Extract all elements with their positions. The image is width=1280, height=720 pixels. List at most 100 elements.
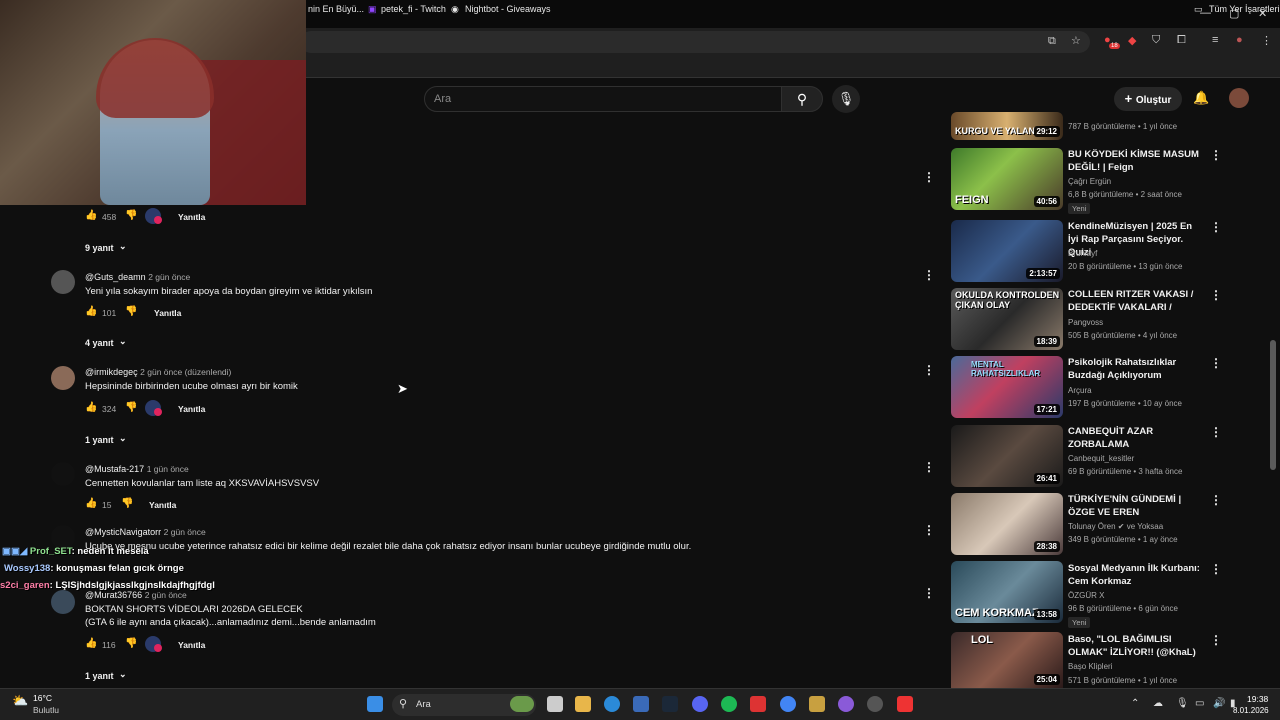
app-icon[interactable] [809,696,825,712]
video-menu-icon[interactable]: ⋮ [1210,148,1222,162]
comment-time[interactable]: 2 gün önce (düzenlendi) [140,367,231,377]
profile-icon[interactable]: ● [1236,34,1243,46]
reply-button[interactable]: Yanıtla [154,308,181,318]
video-menu-icon[interactable]: ⋮ [1210,633,1222,647]
comment-author[interactable]: @irmikdegeç [85,367,138,377]
dislike-icon[interactable]: 👎 [121,498,133,509]
reply-button[interactable]: Yanıtla [178,640,205,650]
comment-menu-icon[interactable]: ⋮ [923,170,935,184]
store-icon[interactable] [633,696,649,712]
video-menu-icon[interactable]: ⋮ [1210,562,1222,576]
comment-menu-icon[interactable]: ⋮ [923,586,935,600]
video-thumbnail[interactable]: 28:38 [951,493,1063,555]
video-title[interactable]: COLLEEN RITZER VAKASI / DEDEKTİF VAKALAR… [1068,288,1203,314]
channel-name[interactable]: Tolunay Ören ✔ ve Yoksaa [1068,522,1163,531]
like-icon[interactable]: 👍 [85,498,97,509]
avatar[interactable] [51,270,75,294]
channel-name[interactable]: ÖZGÜR X [1068,591,1104,600]
comment-author[interactable]: @Guts_deamn [85,272,146,282]
video-menu-icon[interactable]: ⋮ [1210,288,1222,302]
video-thumbnail[interactable]: 26:41 [951,425,1063,487]
like-icon[interactable]: 👍 [85,210,97,221]
like-icon[interactable]: 👍 [85,306,97,317]
video-thumbnail[interactable]: LOL 25:04 [951,632,1063,688]
comment-time[interactable]: 2 gün önce [145,590,187,600]
comment-menu-icon[interactable]: ⋮ [923,268,935,282]
video-menu-icon[interactable]: ⋮ [1210,356,1222,370]
video-title[interactable]: Sosyal Medyanın İlk Kurbanı: Cem Korkmaz [1068,562,1203,588]
search-input[interactable] [424,86,782,112]
reply-button[interactable]: Yanıtla [178,404,205,414]
scrollbar[interactable] [1270,340,1276,470]
video-title[interactable]: Baso, "LOL BAĞIMLISI OLMAK" İZLİYOR!! (@… [1068,633,1203,659]
create-button[interactable]: + Oluştur [1114,87,1182,111]
avatar[interactable] [51,462,75,486]
avatar[interactable] [1229,88,1249,108]
replies-toggle[interactable]: 1 yanıt [85,435,114,445]
start-icon[interactable] [367,696,383,712]
comment-menu-icon[interactable]: ⋮ [923,460,935,474]
comment-author[interactable]: @MysticNavigatorr [85,527,161,537]
video-title[interactable]: BU KÖYDEKİ KİMSE MASUM DEĞİL! | Feign [1068,148,1203,174]
video-thumbnail[interactable]: CEM KORKMAZ 13:58 [951,561,1063,623]
replies-toggle[interactable]: 9 yanıt [85,243,114,253]
file-explorer-icon[interactable] [575,696,591,712]
mic-button[interactable]: 🎙 [832,85,860,113]
dislike-icon[interactable]: 👎 [125,402,137,413]
menu-icon[interactable]: ⋮ [1261,34,1272,47]
chevron-down-icon[interactable]: ⌄ [119,669,127,680]
reply-button[interactable]: Yanıtla [149,500,176,510]
task-view-icon[interactable] [547,696,563,712]
comment-menu-icon[interactable]: ⋮ [923,523,935,537]
chrome-icon[interactable] [780,696,796,712]
bookmark-item[interactable]: nin En Büyü... [308,4,364,14]
comment-author[interactable]: @Mustafa-217 [85,464,144,474]
channel-name[interactable]: Başo Klipleri [1068,662,1112,671]
replies-toggle[interactable]: 1 yanıt [85,671,114,681]
video-title[interactable]: TÜRKİYE'NİN GÜNDEMİ | ÖZGE VE EREN [1068,493,1203,519]
app-icon[interactable] [897,696,913,712]
avatar[interactable] [51,590,75,614]
volume-icon[interactable]: 🔊 [1213,698,1225,709]
extension-icon[interactable]: ◆ [1128,34,1136,47]
video-thumbnail[interactable]: 2:13:57 [951,220,1063,282]
edge-icon[interactable] [604,696,620,712]
video-title[interactable]: Psikolojik Rahatsızlıklar Buzdağı Açıklı… [1068,356,1203,382]
chevron-down-icon[interactable]: ⌄ [119,433,127,444]
app-icon[interactable] [750,696,766,712]
video-thumbnail[interactable]: OKULDA KONTROLDEN ÇIKAN OLAY 18:39 [951,288,1063,350]
network-icon[interactable]: ▭ [1195,698,1204,709]
chevron-down-icon[interactable]: ⌄ [119,336,127,347]
replies-toggle[interactable]: 4 yanıt [85,338,114,348]
channel-name[interactable]: Arçura [1068,386,1092,395]
like-icon[interactable]: 👍 [85,402,97,413]
steam-icon[interactable] [662,696,678,712]
puzzle-icon[interactable]: ⧠ [1177,34,1186,47]
bookmark-star-icon[interactable]: ☆ [1071,34,1081,47]
bookmark-item[interactable]: petek_fi - Twitch [381,4,446,14]
video-menu-icon[interactable]: ⋮ [1210,425,1222,439]
comment-time[interactable]: 2 gün önce [164,527,206,537]
clock-time[interactable]: 19:38 [1247,694,1268,704]
video-thumbnail[interactable]: FEIGN 40:56 [951,148,1063,210]
address-bar[interactable] [300,31,1090,53]
weather-temp[interactable]: 16°C [33,693,52,703]
dislike-icon[interactable]: 👎 [125,306,137,317]
comment-author[interactable]: @Murat36766 [85,590,142,600]
weather-condition[interactable]: Bulutlu [33,705,59,715]
shield-icon[interactable]: ⛉ [1152,34,1160,47]
channel-name[interactable]: Çağrı Ergün [1068,177,1111,186]
dislike-icon[interactable]: 👎 [125,638,137,649]
comment-time[interactable]: 1 gün önce [147,464,189,474]
video-thumbnail[interactable]: MENTAL RAHATSIZLIKLAR 17:21 [951,356,1063,418]
video-menu-icon[interactable]: ⋮ [1210,493,1222,507]
reply-button[interactable]: Yanıtla [178,212,205,222]
chevron-down-icon[interactable]: ⌄ [119,241,127,252]
bell-icon[interactable]: 🔔 [1193,90,1209,106]
tray-app-icon[interactable]: ☁ [1153,698,1163,709]
app-icon[interactable] [867,696,883,712]
channel-name[interactable]: Pangvoss [1068,318,1103,327]
like-icon[interactable]: 👍 [85,638,97,649]
spotify-icon[interactable] [721,696,737,712]
comment-menu-icon[interactable]: ⋮ [923,363,935,377]
